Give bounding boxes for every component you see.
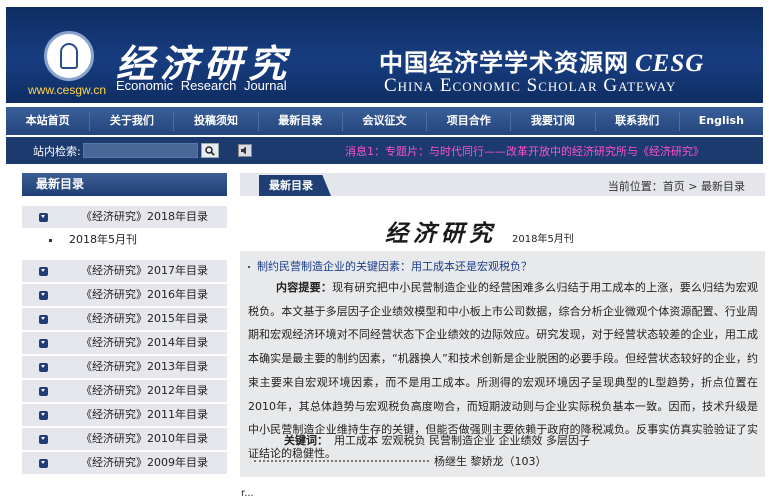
expand-bullet-icon [39, 363, 48, 372]
expand-bullet-icon [39, 213, 48, 222]
news-ticker[interactable]: 消息1：专题片：与时代同行——改革开放中的经济研究所与《经济研究》 [345, 143, 704, 159]
nav-english[interactable]: English [680, 111, 763, 131]
nav-latest-toc[interactable]: 最新目录 [259, 111, 343, 131]
site-url[interactable]: www.cesgw.cn [28, 83, 106, 97]
sidebar-year-label: 《经济研究》2011年目录 [81, 408, 208, 421]
article-title-text: 制约民营制造企业的关键因素：用工成本还是宏观税负？ [257, 260, 532, 273]
expand-bullet-icon [39, 315, 48, 324]
search-input[interactable] [82, 143, 198, 158]
spacer [22, 196, 227, 206]
sidebar-year-2013[interactable]: 《经济研究》2013年目录 [22, 356, 227, 380]
sidebar-year-label: 《经济研究》2009年目录 [81, 456, 208, 469]
nav-conference[interactable]: 会议征文 [343, 111, 428, 131]
expand-bullet-icon [39, 291, 48, 300]
issue-title: 经济研究 [385, 220, 497, 247]
sidebar-year-label: 《经济研究》2018年目录 [81, 210, 208, 223]
sidebar-year-2014[interactable]: 《经济研究》2014年目录 [22, 332, 227, 356]
journal-english-name: Economic Research Journal [116, 78, 287, 93]
issue-date: 2018年5月刊 [512, 234, 574, 245]
sidebar-year-2018[interactable]: 《经济研究》2018年目录 [22, 206, 227, 230]
dotted-leader [254, 460, 429, 462]
main-content: 最新目录 当前位置：首页 > 最新目录 经济研究 2018年5月刊 制约民营制造… [240, 173, 765, 477]
expand-bullet-icon [39, 459, 48, 468]
sidebar-year-2012[interactable]: 《经济研究》2012年目录 [22, 380, 227, 404]
sidebar-year-2010[interactable]: 《经济研究》2010年目录 [22, 428, 227, 452]
article-entry: 制约民营制造企业的关键因素：用工成本还是宏观税负？ 内容提要：现有研究把中小民营… [240, 251, 765, 477]
sidebar-year-label: 《经济研究》2017年目录 [81, 264, 208, 277]
nav-about[interactable]: 关于我们 [90, 111, 175, 131]
expand-bullet-icon [39, 411, 48, 420]
footer-mark: r... [241, 488, 254, 499]
sidebar-year-label: 《经济研究》2013年目录 [81, 360, 208, 373]
spacer [22, 250, 227, 260]
abstract-label: 内容提要： [276, 281, 333, 294]
site-abbr: CESG [635, 50, 705, 77]
sidebar-issue-2018-05[interactable]: 2018年5月刊 [22, 230, 227, 250]
sidebar-year-2011[interactable]: 《经济研究》2011年目录 [22, 404, 227, 428]
sidebar-title: 最新目录 [22, 173, 227, 196]
sidebar: 最新目录 《经济研究》2018年目录 2018年5月刊 《经济研究》2017年目… [22, 173, 227, 476]
expand-bullet-icon [39, 339, 48, 348]
keywords-text: 用工成本 宏观税负 民营制造企业 企业绩效 多层因子 [334, 434, 590, 447]
nav-contact[interactable]: 联系我们 [596, 111, 680, 131]
bullet-dot-icon [248, 266, 250, 268]
sidebar-issue-label: 2018年5月刊 [69, 233, 137, 246]
bullet-dot-icon [49, 238, 52, 242]
expand-bullet-icon [39, 435, 48, 444]
search-label: 站内检索: [33, 144, 81, 158]
search-bar: 站内检索: 消息1：专题片：与时代同行——改革开放中的经济研究所与《经济研究》 [6, 137, 763, 164]
speaker-icon[interactable] [238, 144, 252, 157]
expand-bullet-icon [39, 387, 48, 396]
site-name-cn: 中国经济学学术资源网 CESG [379, 43, 704, 78]
search-icon [204, 145, 215, 156]
sidebar-year-2015[interactable]: 《经济研究》2015年目录 [22, 308, 227, 332]
sidebar-year-label: 《经济研究》2010年目录 [81, 432, 208, 445]
article-title-link[interactable]: 制约民营制造企业的关键因素：用工成本还是宏观税负？ [248, 258, 532, 274]
article-authors: 杨继生 黎娇龙（103） [434, 455, 547, 468]
sidebar-year-label: 《经济研究》2015年目录 [81, 312, 208, 325]
search-button[interactable] [200, 143, 219, 158]
sidebar-year-label: 《经济研究》2014年目录 [81, 336, 208, 349]
sidebar-year-2009[interactable]: 《经济研究》2009年目录 [22, 452, 227, 476]
tab-latest-toc[interactable]: 最新目录 [259, 175, 331, 196]
article-keywords: 关键词： 用工成本 宏观税负 民营制造企业 企业绩效 多层因子 [284, 432, 590, 448]
institute-logo-icon[interactable] [44, 31, 94, 81]
main-nav: 本站首页 关于我们 投稿须知 最新目录 会议征文 项目合作 我要订阅 联系我们 … [6, 107, 763, 135]
keywords-label: 关键词： [284, 434, 328, 447]
sidebar-year-2016[interactable]: 《经济研究》2016年目录 [22, 284, 227, 308]
expand-bullet-icon [39, 267, 48, 276]
site-name-en: China Economic Scholar Gateway [384, 75, 677, 96]
nav-home[interactable]: 本站首页 [6, 111, 91, 131]
breadcrumb: 当前位置：首页 > 最新目录 [607, 180, 745, 193]
site-banner: 经济研究 www.cesgw.cn Economic Research Jour… [6, 7, 763, 103]
nav-projects[interactable]: 项目合作 [427, 111, 512, 131]
sidebar-year-label: 《经济研究》2016年目录 [81, 288, 208, 301]
nav-submission[interactable]: 投稿须知 [174, 111, 259, 131]
site-name-cn-text: 中国经济学学术资源网 [379, 49, 629, 77]
sidebar-year-label: 《经济研究》2012年目录 [81, 384, 208, 397]
sidebar-year-2017[interactable]: 《经济研究》2017年目录 [22, 260, 227, 284]
nav-subscribe[interactable]: 我要订阅 [511, 111, 596, 131]
main-header: 最新目录 当前位置：首页 > 最新目录 [240, 173, 765, 196]
